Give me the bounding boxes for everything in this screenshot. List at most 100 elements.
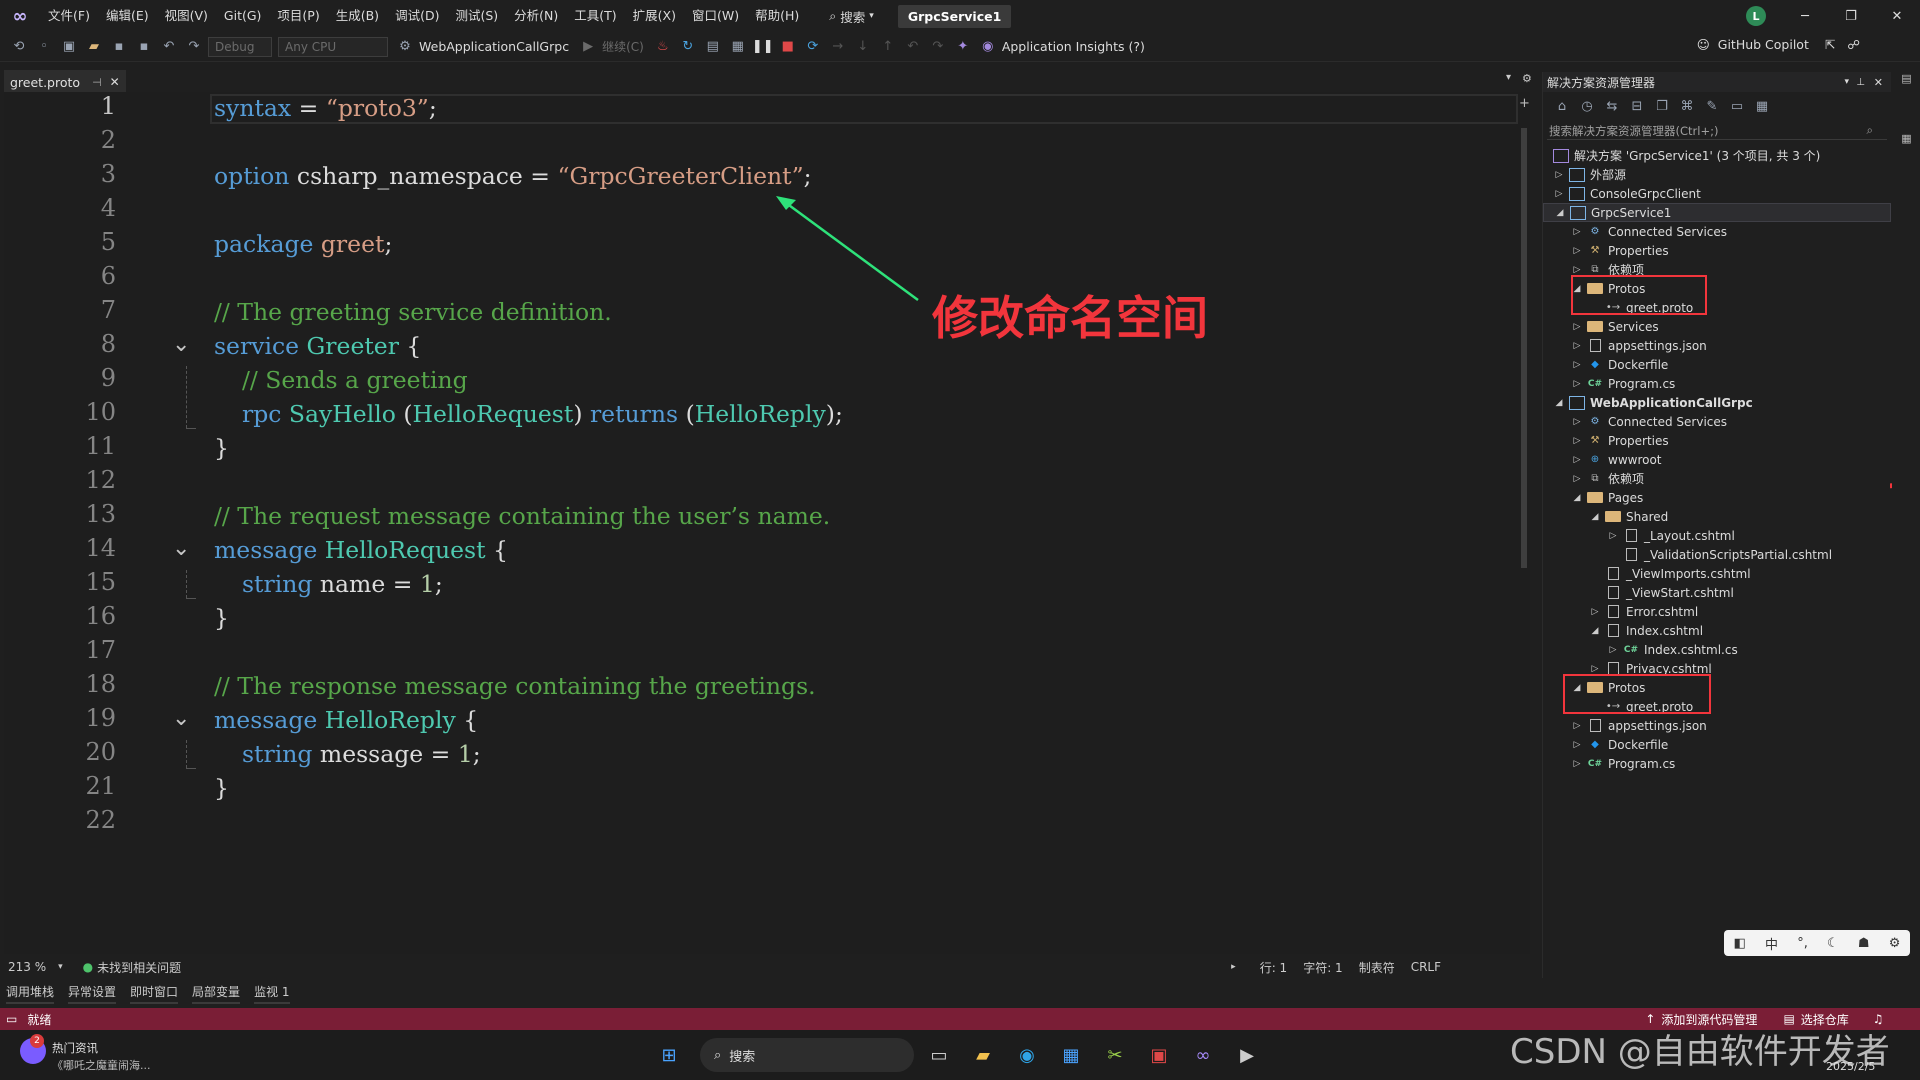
windows-start-icon[interactable]: ⊞ [656,1042,682,1068]
chevron-down-icon[interactable]: ▾ [58,962,63,972]
view-icon[interactable]: ▦ [1751,95,1773,117]
app-icon[interactable]: ▣ [1146,1042,1172,1068]
collapse-icon[interactable]: ◢ [1553,398,1565,408]
store-icon[interactable]: ▦ [1058,1042,1084,1068]
terminal-icon[interactable]: ▶ [1234,1042,1260,1068]
tree-item-grpc-service[interactable]: ◢ GrpcService1 [1543,203,1891,222]
refresh-icon[interactable]: ↻ [677,36,699,58]
tree-item-appsettings[interactable]: ▷ appsettings.json [1543,336,1891,355]
tree-item-wwwroot[interactable]: ▷ ⊕ wwwroot [1543,450,1891,469]
tree-item-connected-services[interactable]: ▷ ⚙ Connected Services [1543,412,1891,431]
tree-item-connected-services[interactable]: ▷ ⚙ Connected Services [1543,222,1891,241]
tree-item-dependencies[interactable]: ▷ ⧉ 依赖项 [1543,469,1891,488]
step-into-icon[interactable]: ↓ [852,36,874,58]
menu-help[interactable]: 帮助(H) [747,0,807,32]
save-all-icon[interactable]: ▪ [133,36,155,58]
tree-item-appsettings[interactable]: ▷ appsettings.json [1543,716,1891,735]
expand-icon[interactable]: ▷ [1571,455,1583,465]
gear-icon[interactable]: ⚙ [1522,72,1532,85]
history-icon[interactable]: ◷ [1576,95,1598,117]
continue-button[interactable]: 继续(C) [602,38,644,55]
expand-icon[interactable]: ▷ [1571,436,1583,446]
redo-icon[interactable]: ↷ [183,36,205,58]
expand-icon[interactable]: ▷ [1571,417,1583,427]
stop-icon[interactable]: ■ [777,36,799,58]
tree-item-viewstart[interactable]: _ViewStart.cshtml [1543,583,1891,602]
gear-icon[interactable]: ⚙ [1889,936,1901,951]
expand-icon[interactable]: ▷ [1589,607,1601,617]
split-editor-icon[interactable]: + [1519,96,1530,111]
insights-icon[interactable]: ✦ [952,36,974,58]
expand-icon[interactable]: ▷ [1571,341,1583,351]
side-tab-icon[interactable]: ▤ [1900,72,1913,85]
tree-item-pages[interactable]: ◢ Pages [1543,488,1891,507]
tree-item-web-app[interactable]: ◢ WebApplicationCallGrpc [1543,393,1891,412]
restore-button[interactable]: ❐ [1828,0,1874,32]
restart-icon[interactable]: ⟳ [802,36,824,58]
zoom-level[interactable]: 213 % [8,960,46,974]
back-icon[interactable]: ⟲ [8,36,30,58]
tab-exception-settings[interactable]: 异常设置 [68,983,117,1004]
tree-item-solution[interactable]: 解决方案 'GrpcService1' (3 个项目, 共 3 个) [1543,146,1891,165]
menu-git[interactable]: Git(G) [216,0,270,32]
ime-mode[interactable]: 中 [1765,934,1778,953]
task-view-icon[interactable]: ▭ [926,1042,952,1068]
expand-icon[interactable]: ▷ [1571,246,1583,256]
play-icon[interactable]: ▶ [577,36,599,58]
menu-file[interactable]: 文件(F) [40,0,98,32]
collapse-all-icon[interactable]: ⊟ [1626,95,1648,117]
home-icon[interactable]: ⌂ [1551,95,1573,117]
punctuation-icon[interactable]: °, [1797,936,1808,951]
open-folder-icon[interactable]: ▰ [83,36,105,58]
menu-view[interactable]: 视图(V) [157,0,216,32]
undo-icon[interactable]: ↶ [158,36,180,58]
menu-edit[interactable]: 编辑(E) [98,0,157,32]
browser-link-icon[interactable]: ▤ [702,36,724,58]
github-copilot-button[interactable]: ☺ GitHub Copilot ⇱ ☍ [1697,37,1860,52]
application-insights-button[interactable]: Application Insights (?) [1002,39,1145,54]
comment-icon[interactable]: ↶ [902,36,924,58]
taskbar-search[interactable]: ⌕ 搜索 [700,1038,914,1072]
pause-icon[interactable]: ❚❚ [752,36,774,58]
collapse-service-icon[interactable]: ⌄ [172,332,190,357]
news-subtitle[interactable]: 《哪吒之魔童闹海... [52,1057,151,1073]
copy-icon[interactable]: ❐ [1651,95,1673,117]
file-explorer-icon[interactable]: ▰ [970,1042,996,1068]
new-project-icon[interactable]: ▣ [58,36,80,58]
expand-icon[interactable]: ▷ [1553,170,1565,180]
expand-icon[interactable]: ▷ [1571,227,1583,237]
tree-item-layout[interactable]: ▷ _Layout.cshtml [1543,526,1891,545]
expand-icon[interactable]: ▷ [1571,379,1583,389]
cursor-line[interactable]: 行: 1 [1260,959,1288,976]
tree-item-index-cs[interactable]: ▷ C# Index.cshtml.cs [1543,640,1891,659]
minimize-button[interactable]: ─ [1782,0,1828,32]
tab-immediate-window[interactable]: 即时窗口 [130,983,179,1004]
expand-icon[interactable]: ▷ [1571,740,1583,750]
collapse-icon[interactable]: ◢ [1554,208,1566,218]
tab-overflow-icon[interactable]: ▾ [1506,72,1511,83]
tab-greet-proto[interactable]: greet.proto ⊣ ✕ [4,70,126,92]
menu-tools[interactable]: 工具(T) [566,0,624,32]
code-editor[interactable]: 1 2 3 4 5 6 7 8 9 10 11 12 13 14 15 16 1… [4,92,1522,954]
tree-item-error[interactable]: ▷ Error.cshtml [1543,602,1891,621]
uncomment-icon[interactable]: ↷ [927,36,949,58]
expand-icon[interactable]: ▷ [1571,721,1583,731]
platform-select[interactable]: Any CPU [278,36,388,57]
tree-item-console-client[interactable]: ▷ ConsoleGrpcClient [1543,184,1891,203]
menu-test[interactable]: 测试(S) [447,0,506,32]
step-over-icon[interactable]: → [827,36,849,58]
tree-item-external-sources[interactable]: ▷ 外部源 [1543,165,1891,184]
news-title[interactable]: 热门资讯 [52,1040,98,1056]
tree-item-properties[interactable]: ▷ ⚒ Properties [1543,431,1891,450]
scroll-right-icon[interactable]: ▸ [1231,962,1236,972]
visual-studio-icon[interactable]: ∞ [1190,1042,1216,1068]
tree-item-program-cs[interactable]: ▷ C# Program.cs [1543,374,1891,393]
menu-analyze[interactable]: 分析(N) [506,0,566,32]
filter-icon[interactable]: ⌘ [1676,95,1698,117]
menu-project[interactable]: 项目(P) [269,0,327,32]
menu-debug[interactable]: 调试(D) [387,0,447,32]
tree-item-dockerfile[interactable]: ▷ ◆ Dockerfile [1543,735,1891,754]
visual-studio-logo-icon[interactable]: ∞ [0,0,40,32]
collapse-icon[interactable]: ◢ [1571,493,1583,503]
save-icon[interactable]: ▪ [108,36,130,58]
